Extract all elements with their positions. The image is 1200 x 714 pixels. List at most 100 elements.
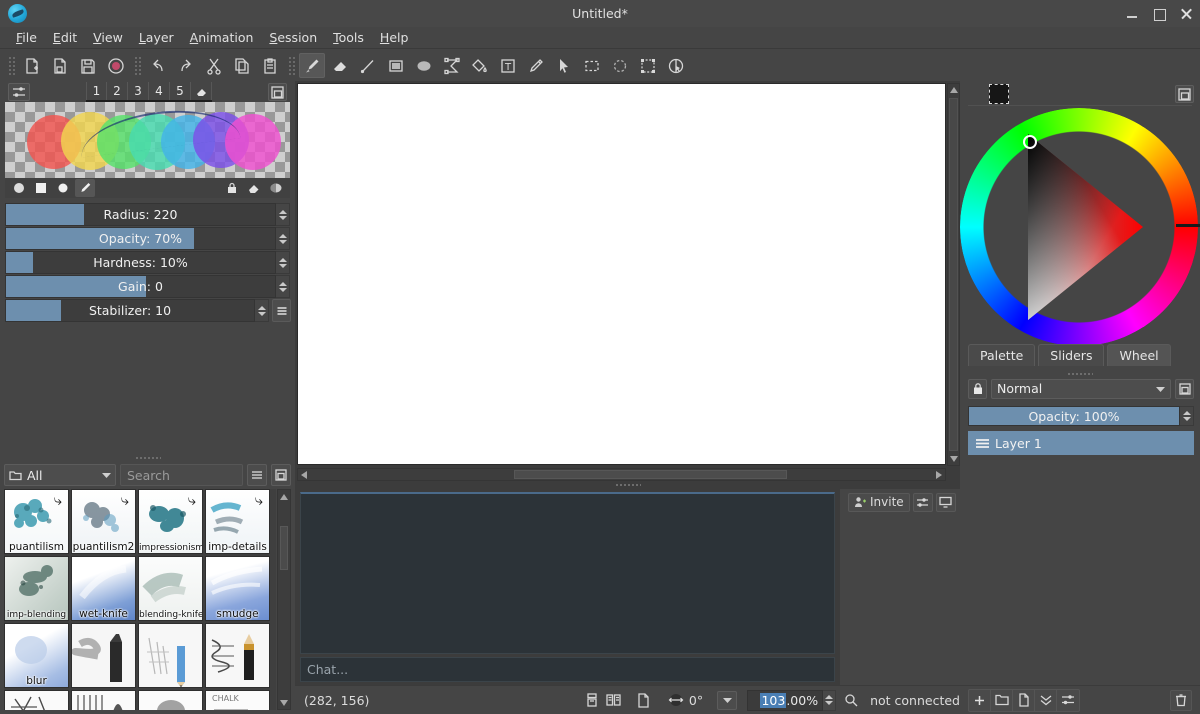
menu-view[interactable]: View: [85, 28, 131, 47]
hue-selector-marker[interactable]: [1023, 135, 1037, 149]
scroll-up-arrow-icon[interactable]: [948, 84, 959, 96]
copy-icon[interactable]: [229, 53, 255, 78]
delete-layer-icon[interactable]: [1170, 690, 1192, 711]
brush-library-float-icon[interactable]: [271, 464, 291, 486]
menu-edit[interactable]: Edit: [45, 28, 85, 47]
toolbar-handle-3[interactable]: [287, 55, 295, 77]
brush-slot-2[interactable]: 2: [107, 82, 128, 100]
brush-item-puantilism2[interactable]: ⤷ puantilism2: [71, 489, 136, 554]
eraser-tool-icon[interactable]: [327, 53, 353, 78]
current-color-swatch[interactable]: [989, 84, 1009, 104]
scrollbar-thumb[interactable]: [280, 526, 288, 570]
drawing-canvas[interactable]: [297, 83, 946, 465]
color-picker-tool-icon[interactable]: [523, 53, 549, 78]
brush-library-splitter[interactable]: [0, 454, 295, 462]
open-file-icon[interactable]: [47, 53, 73, 78]
lock-canvas-icon[interactable]: [581, 690, 603, 710]
brush-item-marker[interactable]: [71, 623, 136, 688]
fill-tool-icon[interactable]: [467, 53, 493, 78]
layer-opacity-slider[interactable]: Opacity: 100%: [968, 406, 1180, 426]
brush-item-soft[interactable]: [138, 690, 203, 710]
brush-item-blur[interactable]: blur: [4, 623, 69, 688]
radius-slider[interactable]: Radius: 220: [5, 203, 276, 226]
chat-splitter[interactable]: [295, 481, 960, 489]
brush-item-wet-knife[interactable]: wet-knife: [71, 556, 136, 621]
menu-session[interactable]: Session: [261, 28, 325, 47]
brush-item-imp-blending[interactable]: imp-blending: [4, 556, 69, 621]
list-item[interactable]: Layer 1: [968, 431, 1194, 455]
opacity-slider[interactable]: Opacity: 70%: [5, 227, 276, 250]
menu-animation[interactable]: Animation: [182, 28, 262, 47]
tab-wheel[interactable]: Wheel: [1107, 344, 1170, 366]
brush-settings-icon[interactable]: [8, 83, 30, 101]
soft-round-icon[interactable]: [9, 179, 29, 197]
paste-icon[interactable]: [257, 53, 283, 78]
menu-help[interactable]: Help: [372, 28, 417, 47]
scroll-right-arrow-icon[interactable]: [933, 469, 945, 480]
rect-select-tool-icon[interactable]: [579, 53, 605, 78]
brush-item-pencil-blue[interactable]: [138, 623, 203, 688]
layer-dock-float-icon[interactable]: [1175, 379, 1194, 399]
merge-layer-icon[interactable]: [1035, 690, 1057, 711]
chat-display-icon[interactable]: [936, 493, 956, 512]
brush-item-blending-knife[interactable]: blending-knife: [138, 556, 203, 621]
color-wheel[interactable]: [960, 108, 1200, 351]
layer-properties-icon[interactable]: [1057, 690, 1079, 711]
menu-tools[interactable]: Tools: [325, 28, 372, 47]
ellipse-tool-icon[interactable]: [411, 53, 437, 78]
stabilizer-slider[interactable]: Stabilizer: 10: [5, 299, 255, 322]
brush-slot-3[interactable]: 3: [128, 82, 149, 100]
brush-item-hatch[interactable]: [71, 690, 136, 710]
brush-filter-combo[interactable]: All: [4, 464, 116, 486]
menu-file[interactable]: File: [8, 28, 45, 47]
brush-item-pencil-dark[interactable]: [205, 623, 270, 688]
tab-sliders[interactable]: Sliders: [1038, 344, 1104, 366]
canvas-rotation[interactable]: 0°: [667, 693, 703, 708]
menu-layer[interactable]: Layer: [131, 28, 182, 47]
brush-slot-5[interactable]: 5: [170, 82, 191, 100]
hardness-slider[interactable]: Hardness: 10%: [5, 251, 276, 274]
add-layer-icon[interactable]: [969, 690, 991, 711]
pen-icon[interactable]: [75, 179, 95, 197]
eraser-slot-icon[interactable]: [191, 82, 212, 100]
save-icon[interactable]: [75, 53, 101, 78]
scrollbar-thumb[interactable]: [514, 470, 787, 479]
toolbar-handle[interactable]: [7, 55, 15, 77]
line-tool-icon[interactable]: [355, 53, 381, 78]
scrollbar-thumb[interactable]: [949, 98, 958, 451]
toolbar-handle-2[interactable]: [133, 55, 141, 77]
zoom-presets-dropdown[interactable]: [717, 691, 737, 710]
radius-stepper[interactable]: [276, 203, 290, 226]
bezier-tool-icon[interactable]: [439, 53, 465, 78]
new-file-icon[interactable]: [19, 53, 45, 78]
zoom-reset-icon[interactable]: [840, 690, 862, 710]
cut-icon[interactable]: [201, 53, 227, 78]
layer-panel-splitter[interactable]: [960, 370, 1200, 378]
brush-item-impressionism[interactable]: ⤷ impressionism: [138, 489, 203, 554]
brush-dock-float-icon[interactable]: [268, 83, 287, 101]
hard-round-icon[interactable]: [53, 179, 73, 197]
minimize-button[interactable]: [1124, 6, 1140, 22]
layer-opacity-stepper[interactable]: [1180, 406, 1194, 426]
brush-item-chalk[interactable]: CHALK: [205, 690, 270, 710]
transform-tool-icon[interactable]: [635, 53, 661, 78]
canvas-vertical-scrollbar[interactable]: [947, 83, 960, 466]
blend-mode-icon[interactable]: [266, 179, 286, 197]
invite-button[interactable]: Invite: [848, 493, 910, 512]
redo-icon[interactable]: [173, 53, 199, 78]
brush-item-imp-details[interactable]: ⤷ imp-details: [205, 489, 270, 554]
rectangle-tool-icon[interactable]: [383, 53, 409, 78]
hardness-stepper[interactable]: [276, 251, 290, 274]
hamburger-icon[interactable]: [272, 299, 291, 322]
chat-settings-icon[interactable]: [913, 493, 933, 512]
close-button[interactable]: [1178, 6, 1194, 22]
scroll-up-arrow-icon[interactable]: [278, 490, 290, 503]
brush-library-scrollbar[interactable]: [277, 489, 291, 710]
brush-item-smudge[interactable]: smudge: [205, 556, 270, 621]
scroll-left-arrow-icon[interactable]: [298, 469, 310, 480]
gain-slider[interactable]: Gain: 0: [5, 275, 276, 298]
gain-stepper[interactable]: [276, 275, 290, 298]
scroll-down-arrow-icon[interactable]: [948, 453, 959, 465]
square-icon[interactable]: [31, 179, 51, 197]
lock-alpha-icon[interactable]: [222, 179, 242, 197]
